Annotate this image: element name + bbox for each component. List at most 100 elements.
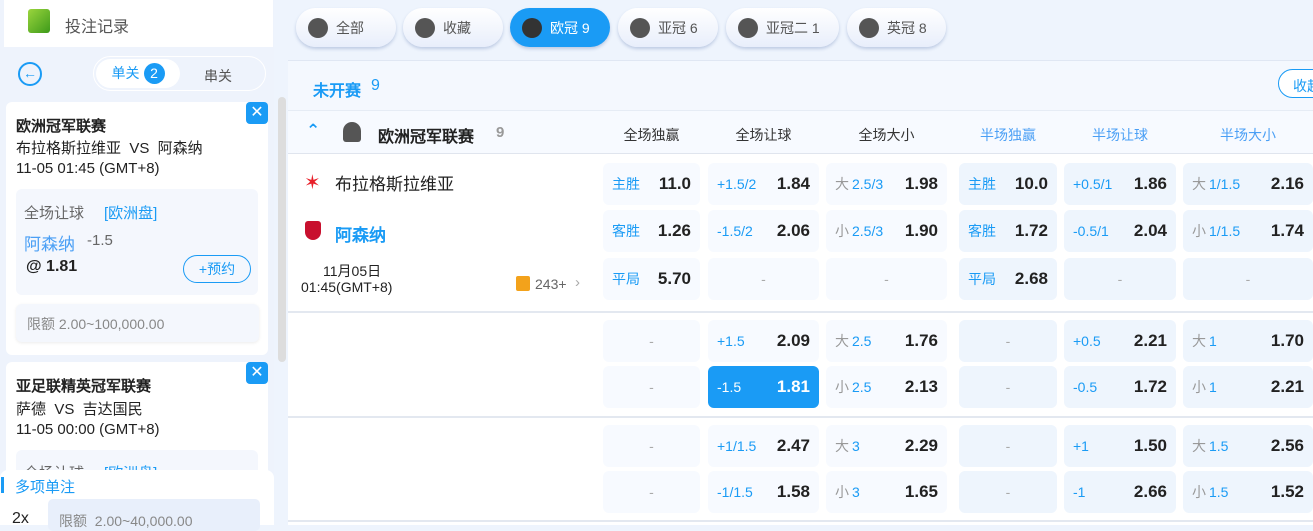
odds-cell: -	[1183, 258, 1313, 300]
odds-label: 1/1.5	[1209, 176, 1241, 192]
bet-record-link[interactable]: 投注记录	[65, 13, 129, 37]
odds-cell[interactable]: -0.5/1 2.04	[1064, 210, 1176, 252]
odds-cell[interactable]: 主胜 11.0	[603, 163, 700, 205]
odds-cell[interactable]: +0.5/1 1.86	[1064, 163, 1176, 205]
odds-cell[interactable]: 大 1/1.5 2.16	[1183, 163, 1313, 205]
ou-prefix: 小	[1192, 484, 1206, 500]
odds-label: +0.5	[1073, 333, 1101, 349]
close-icon[interactable]: ✕	[246, 362, 268, 384]
odds-value: 1.65	[904, 482, 938, 501]
multi-stake-input[interactable]: 限额 2.00~40,000.00	[48, 499, 260, 531]
odds-cell[interactable]: 大 3 2.29	[826, 425, 947, 467]
divider	[288, 311, 1313, 313]
odds-cell[interactable]: 平局 2.68	[959, 258, 1057, 300]
divider	[288, 416, 1313, 418]
close-icon[interactable]: ✕	[246, 102, 268, 124]
odds-cell[interactable]: 小 3 1.65	[826, 471, 947, 513]
league-name: 欧洲冠军联赛	[378, 129, 475, 146]
odds-value: 2.06	[776, 221, 810, 240]
odds-cell: -	[826, 258, 947, 300]
section-count: 9	[371, 77, 380, 94]
odds-value: 1.98	[904, 174, 938, 193]
odds-cell[interactable]: 小 1.5 1.52	[1183, 471, 1313, 513]
odds-cell[interactable]: -1/1.5 1.58	[708, 471, 819, 513]
odds-cell[interactable]: 小 2.5/3 1.90	[826, 210, 947, 252]
match-date: 11月05日	[323, 263, 382, 279]
odds-cell[interactable]: 主胜 10.0	[959, 163, 1057, 205]
tab-parlay[interactable]: 串关	[204, 66, 232, 86]
odds-value: 1.72	[1133, 377, 1167, 396]
odds-cell[interactable]: -0.5 1.72	[1064, 366, 1176, 408]
efl-icon	[859, 17, 879, 38]
collapse-button[interactable]: 收起	[1278, 69, 1313, 98]
home-team[interactable]: 布拉格斯拉维亚	[335, 170, 454, 195]
odds-cell[interactable]: 大 1.5 2.56	[1183, 425, 1313, 467]
odds-cell: -	[959, 425, 1057, 467]
odds-label: -0.5	[1073, 379, 1098, 395]
odds-label: 客胜	[968, 223, 996, 239]
sidebar-scrollbar[interactable]	[278, 97, 286, 362]
odds-cell[interactable]: 小 1/1.5 1.74	[1183, 210, 1313, 252]
bet-card: ✕ 欧洲冠军联赛 布拉格斯拉维亚 VS 阿森纳 11-05 01:45 (GMT…	[6, 102, 268, 355]
odds-cell: -	[708, 258, 819, 300]
sidebar-header: 投注记录	[4, 0, 273, 47]
odds-cell[interactable]: 小 2.5 2.13	[826, 366, 947, 408]
chevron-up-icon[interactable]: ⌃	[306, 121, 320, 141]
tab-label: 亚冠 6	[658, 19, 698, 36]
stake-input[interactable]: 限额 2.00~100,000.00	[16, 304, 259, 342]
odds-value: 2.56	[1270, 436, 1304, 455]
odds-cell[interactable]: 小 1 2.21	[1183, 366, 1313, 408]
match-time: 01:45(GMT+8)	[301, 279, 393, 295]
odds-cell[interactable]: +0.5 2.21	[1064, 320, 1176, 362]
tab-1[interactable]: 收藏	[403, 8, 503, 47]
odds-cell: -	[603, 425, 700, 467]
empty-odds: -	[649, 379, 654, 395]
odds-cell[interactable]: 客胜 1.72	[959, 210, 1057, 252]
odds-cell[interactable]: +1/1.5 2.47	[708, 425, 819, 467]
tab-4[interactable]: 亚冠二 1	[726, 8, 839, 47]
odds-cell[interactable]: 大 1 1.70	[1183, 320, 1313, 362]
odds-label: 主胜	[612, 176, 640, 192]
odds-cell[interactable]: 大 2.5/3 1.98	[826, 163, 947, 205]
reserve-button[interactable]: +预约	[183, 255, 251, 283]
more-markets-link[interactable]: 243+	[535, 276, 567, 292]
odds-label: -1	[1073, 484, 1086, 500]
bet-pick: 阿森纳	[24, 235, 75, 254]
back-arrow-icon[interactable]: ←	[18, 62, 42, 86]
league-header[interactable]: ⌃ 欧洲冠军联赛 9 全场独赢 全场让球 全场大小 半场独赢 半场让球 半场大小	[288, 110, 1313, 154]
tab-single[interactable]: 单关 2	[96, 59, 180, 88]
star-icon	[415, 17, 435, 38]
odds-label: 3	[852, 484, 860, 500]
odds-cell[interactable]: -1.5/2 2.06	[708, 210, 819, 252]
odds-cell[interactable]: -1 2.66	[1064, 471, 1176, 513]
odds-label: 2.5/3	[852, 223, 884, 239]
odds-cell[interactable]: 客胜 1.26	[603, 210, 700, 252]
odds-cell[interactable]: -1.5 1.81	[708, 366, 819, 408]
bet-odds: @ 1.81	[26, 258, 78, 275]
odds-label: 3	[852, 438, 860, 454]
away-team[interactable]: 阿森纳	[335, 221, 386, 246]
afc-trophy-icon	[630, 17, 650, 38]
afc2-trophy-icon	[738, 17, 758, 38]
odds-cell[interactable]: +1.5/2 1.84	[708, 163, 819, 205]
odds-label: 平局	[968, 271, 996, 287]
odds-cell[interactable]: +1.5 2.09	[708, 320, 819, 362]
odds-label: 1	[1209, 379, 1217, 395]
odds-cell: -	[603, 320, 700, 362]
tab-2[interactable]: 欧冠 9	[510, 8, 610, 47]
odds-cell[interactable]: 平局 5.70	[603, 258, 700, 300]
odds-value: 2.68	[1014, 269, 1048, 288]
odds-cell[interactable]: +1 1.50	[1064, 425, 1176, 467]
ou-prefix: 大	[1192, 438, 1206, 454]
tab-label: 英冠 8	[887, 19, 927, 36]
ucl-trophy-icon	[522, 17, 542, 38]
chevron-right-icon[interactable]: ›	[575, 274, 580, 291]
column-header: 半场让球	[1092, 127, 1148, 143]
tab-3[interactable]: 亚冠 6	[618, 8, 718, 47]
tab-5[interactable]: 英冠 8	[847, 8, 946, 47]
empty-odds: -	[1117, 271, 1123, 287]
odds-value: 1.70	[1270, 331, 1304, 350]
bet-league: 亚足联精英冠军联赛	[16, 378, 152, 395]
tab-0[interactable]: 全部	[296, 8, 396, 47]
odds-cell[interactable]: 大 2.5 1.76	[826, 320, 947, 362]
